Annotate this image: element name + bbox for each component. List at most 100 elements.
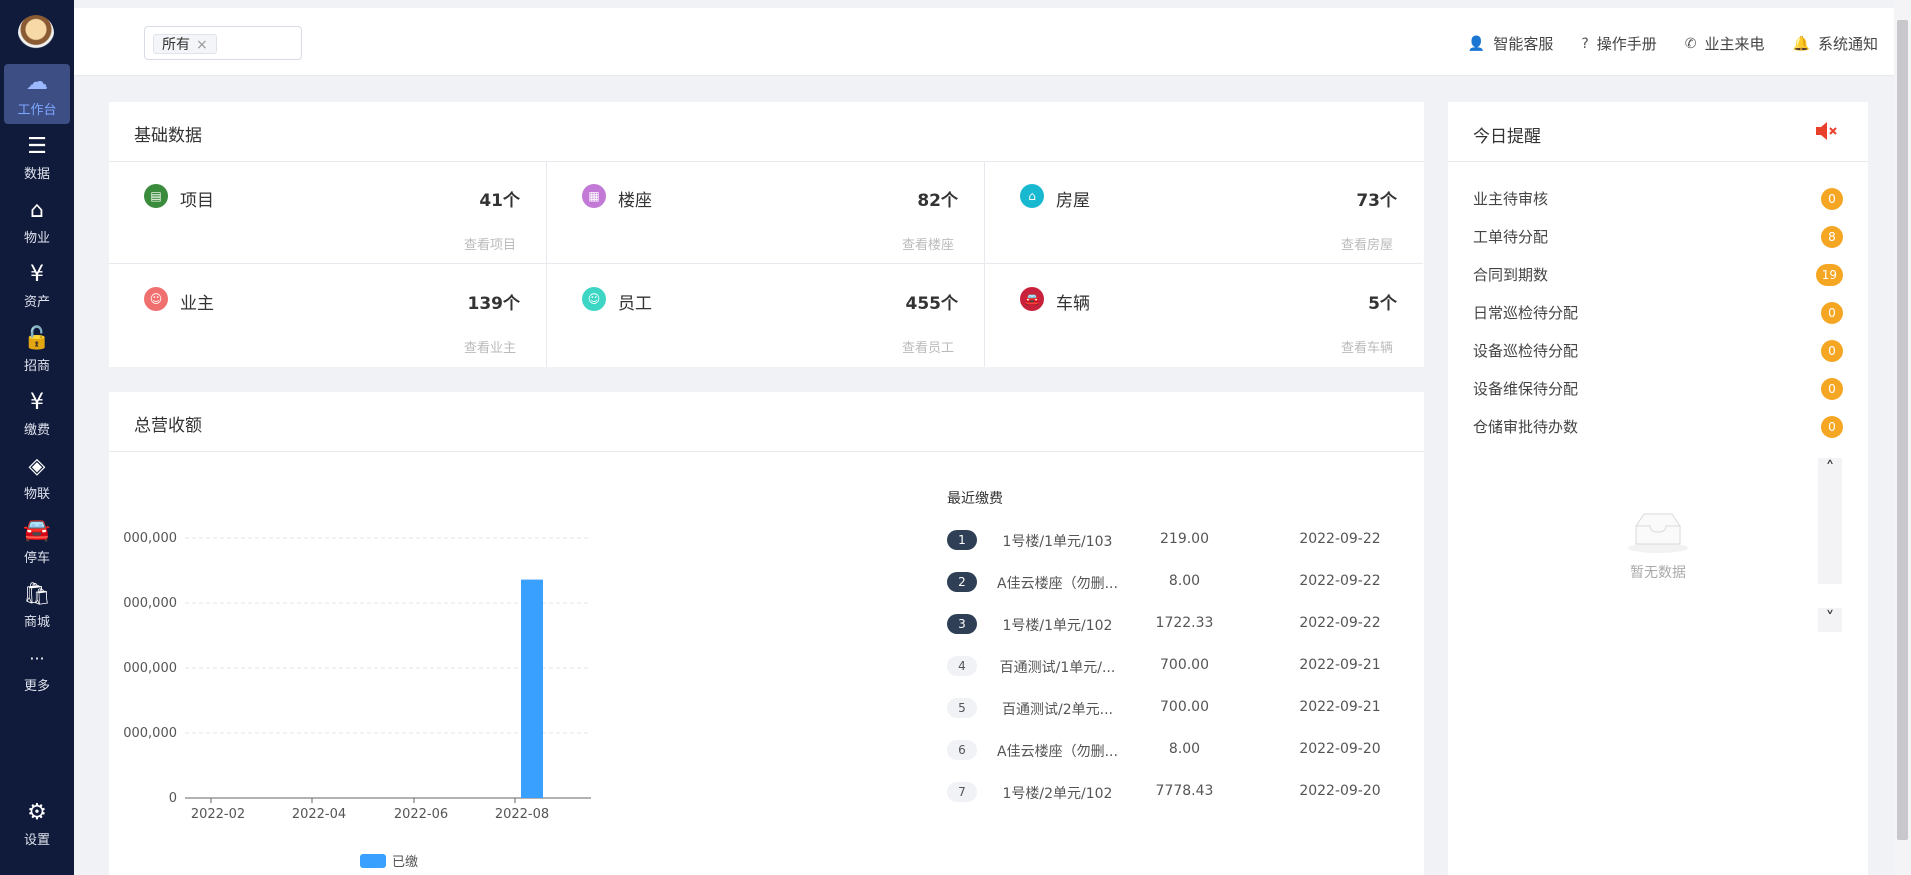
payment-room: 1号楼/1单元/103 [1002,534,1113,550]
sidebar-item-iot[interactable]: ◈ 物联 [4,448,70,508]
sidebar-item-settings[interactable]: ⚙ 设置 [4,794,70,854]
scroll-up-button[interactable]: ˄ [1818,458,1842,482]
reminder-label: 合同到期数 [1473,266,1549,284]
empty-text: 暂无数据 [1630,565,1686,581]
y-tick-label: 000,000 [123,661,177,676]
y-tick-label: 000,000 [123,596,177,611]
sidebar-item-leasing[interactable]: 🔓 招商 [4,320,70,380]
phone-icon: ✆ [1684,35,1697,52]
nav-label: 操作手册 [1596,35,1657,53]
card-title: 基础数据 [134,126,202,146]
rank-badge: 5 [947,698,977,718]
x-tick-label: 2022-04 [292,807,346,822]
sidebar-item-label: 物联 [23,486,50,502]
reminder-label: 业主待审核 [1473,190,1549,208]
list-item[interactable]: 4 百通测试/1单元/... 700.00 2022-09-21 [947,654,1387,678]
x-tick-label: 2022-06 [394,807,448,822]
sidebar-item-parking[interactable]: 🚘 停车 [4,512,70,572]
sidebar: ☁ 工作台 ☰ 数据 ⌂ 物业 ¥ 资产 🔓 招商 ¥ 缴费 ◈ 物联 🚘 停车… [0,0,74,875]
sidebar-item-payment[interactable]: ¥ 缴费 [4,384,70,444]
home-icon: ⌂ [30,197,44,223]
view-buildings-link[interactable]: 查看楼座 [902,234,954,253]
page-scrollbar-thumb[interactable] [1897,20,1908,840]
recent-payments-title: 最近缴费 [947,491,1003,507]
chart-legend[interactable]: 已缴 [360,854,418,870]
x-tick-label: 2022-08 [495,807,549,822]
database-icon: ☰ [27,133,47,159]
yen-tag-icon: ¥ [30,389,44,415]
nav-notifications[interactable]: 🔔 系统通知 [1793,33,1878,54]
stat-cell-owners: ☺ 业主 139个 查看业主 [109,264,547,367]
rank-badge: 3 [947,614,977,634]
payment-room: 1号楼/2单元/102 [1002,786,1113,802]
sidebar-item-workbench[interactable]: ☁ 工作台 [4,64,70,124]
list-item[interactable]: 3 1号楼/1单元/102 1722.33 2022-09-22 [947,612,1387,636]
stat-value: 139个 [467,294,521,314]
reminder-item[interactable]: 仓储审批待办数 0 [1473,416,1843,438]
sidebar-item-label: 商城 [23,614,50,630]
payment-date: 2022-09-21 [1299,657,1381,673]
stat-cell-houses: ⌂ 房屋 73个 查看房屋 [985,161,1423,264]
stat-value: 82个 [917,191,958,211]
list-item[interactable]: 5 百通测试/2单元... 700.00 2022-09-21 [947,696,1387,720]
scope-select[interactable]: 所有 × [144,26,302,60]
list-item[interactable]: 1 1号楼/1单元/103 219.00 2022-09-22 [947,528,1387,552]
scroll-down-button[interactable]: ˅ [1818,608,1842,632]
shopping-bag-icon: 🛍 [23,581,51,607]
stat-cell-buildings: ▦ 楼座 82个 查看楼座 [547,161,985,264]
view-projects-link[interactable]: 查看项目 [464,234,516,253]
staff-icon: ☺ [582,287,606,311]
nav-manual[interactable]: ? 操作手册 [1581,33,1656,54]
count-badge: 0 [1821,340,1843,362]
reminder-label: 工单待分配 [1473,228,1549,246]
sidebar-item-more[interactable]: ··· 更多 [4,640,70,700]
reminder-item[interactable]: 工单待分配 8 [1473,226,1843,248]
y-tick-label: 000,000 [123,531,177,546]
avatar[interactable] [18,15,54,51]
reminder-item[interactable]: 设备维保待分配 0 [1473,378,1843,400]
speaker-mute-icon[interactable] [1814,120,1840,142]
stats-grid: ▤ 项目 41个 查看项目 ▦ 楼座 82个 查看楼座 ⌂ 房屋 73个 查看房… [109,161,1423,368]
card-title: 今日提醒 [1473,127,1541,147]
payment-amount: 8.00 [1168,573,1201,589]
bar-series [521,579,543,798]
sidebar-item-mall[interactable]: 🛍 商城 [4,576,70,636]
scrollbar-track[interactable] [1818,482,1842,584]
list-item[interactable]: 7 1号楼/2单元/102 7778.43 2022-09-20 [947,780,1387,804]
page-scrollbar[interactable] [1894,0,1911,875]
sidebar-item-property[interactable]: ⌂ 物业 [4,192,70,252]
view-owners-link[interactable]: 查看业主 [464,337,516,356]
bar[interactable] [521,579,543,798]
reminder-item[interactable]: 合同到期数 19 [1473,264,1843,286]
sidebar-item-assets[interactable]: ¥ 资产 [4,256,70,316]
tower-icon: ▦ [582,184,606,208]
view-staff-link[interactable]: 查看员工 [902,337,954,356]
basic-data-card: 基础数据 ▤ 项目 41个 查看项目 ▦ 楼座 82个 查看楼座 ⌂ 房屋 73… [109,102,1424,367]
stat-label: 业主 [180,294,214,314]
nav-label: 业主来电 [1704,35,1765,53]
count-badge: 0 [1821,416,1843,438]
sidebar-item-data[interactable]: ☰ 数据 [4,128,70,188]
list-item[interactable]: 6 A佳云楼座（勿删... 8.00 2022-09-20 [947,738,1387,762]
payment-amount: 700.00 [1160,699,1209,715]
stat-label: 项目 [180,191,214,211]
car-icon: 🚘 [23,517,51,543]
building-icon: ▤ [144,184,168,208]
payment-amount: 7778.43 [1155,783,1214,799]
view-vehicles-link[interactable]: 查看车辆 [1341,337,1393,356]
tag-close-icon[interactable]: × [196,37,208,53]
stat-label: 房屋 [1056,191,1090,211]
reminder-item[interactable]: 设备巡检待分配 0 [1473,340,1843,362]
view-houses-link[interactable]: 查看房屋 [1341,234,1393,253]
yen-icon: ¥ [30,261,44,287]
sidebar-item-label: 招商 [23,358,50,374]
reminder-item[interactable]: 日常巡检待分配 0 [1473,302,1843,324]
reminders-card: 今日提醒 业主待审核 0 工单待分配 8 合同到期数 19 日常巡检待分配 0 设备巡检待分配 0… [1448,102,1868,875]
nav-owner-call[interactable]: ✆ 业主来电 [1685,33,1765,54]
list-item[interactable]: 2 A佳云楼座（勿删... 8.00 2022-09-22 [947,570,1387,594]
revenue-card: 总营收额 0 000,000 000,000 000,000 000,000 2022-… [109,392,1424,875]
reminder-label: 日常巡检待分配 [1473,304,1579,322]
nav-smart-service[interactable]: 👤 智能客服 [1468,33,1553,54]
payment-date: 2022-09-20 [1299,741,1381,757]
reminder-item[interactable]: 业主待审核 0 [1473,188,1843,210]
